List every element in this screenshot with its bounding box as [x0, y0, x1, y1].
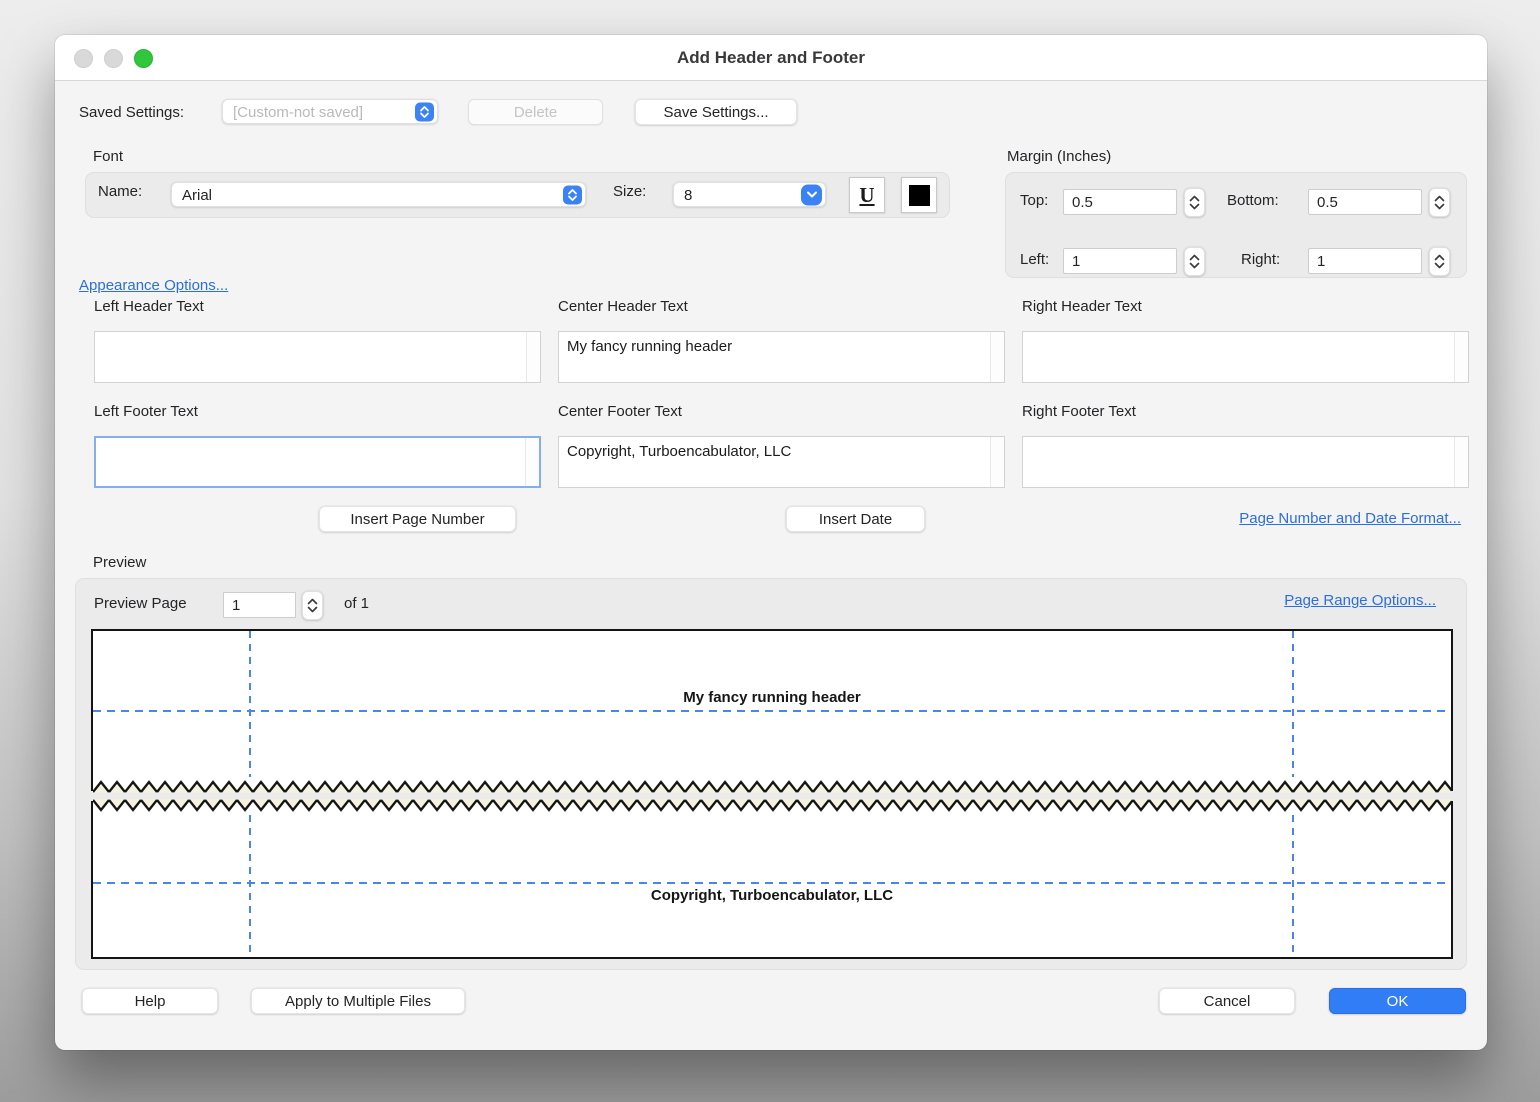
font-section-label: Font	[93, 148, 123, 165]
saved-settings-value: [Custom-not saved]	[233, 104, 363, 121]
font-size-combo[interactable]: 8	[673, 182, 826, 207]
underline-button[interactable]: U	[849, 177, 885, 213]
right-footer-label: Right Footer Text	[1022, 403, 1136, 420]
page-number-date-format-link[interactable]: Page Number and Date Format...	[1239, 510, 1461, 527]
left-header-textarea[interactable]	[94, 331, 541, 383]
margin-group: Top: Bottom: Left: Right:	[1005, 172, 1467, 278]
left-margin-guide	[249, 815, 251, 957]
margin-left-label: Left:	[1020, 251, 1049, 268]
center-footer-textarea[interactable]: Copyright, Turboencabulator, LLC	[558, 436, 1005, 488]
scrollbar-track[interactable]	[990, 332, 1004, 382]
scrollbar-track[interactable]	[1454, 437, 1468, 487]
font-name-value: Arial	[182, 187, 212, 204]
right-header-label: Right Header Text	[1022, 298, 1142, 315]
chevron-up-down-icon	[563, 185, 582, 204]
delete-button[interactable]: Delete	[468, 99, 603, 125]
margin-top-label: Top:	[1020, 192, 1048, 209]
color-swatch-icon	[909, 185, 930, 206]
cancel-button[interactable]: Cancel	[1159, 988, 1295, 1014]
titlebar: Add Header and Footer	[55, 35, 1487, 81]
font-size-value: 8	[684, 187, 692, 204]
scrollbar-track[interactable]	[526, 332, 540, 382]
preview-section-label: Preview	[93, 554, 146, 571]
margin-top-input[interactable]	[1063, 189, 1177, 215]
underline-icon: U	[859, 183, 874, 208]
add-header-footer-dialog: Add Header and Footer Saved Settings: [C…	[55, 35, 1487, 1050]
apply-to-multiple-files-button[interactable]: Apply to Multiple Files	[251, 988, 465, 1014]
torn-edge-top	[93, 799, 1451, 813]
center-header-label: Center Header Text	[558, 298, 688, 315]
right-footer-input[interactable]	[1023, 437, 1455, 487]
preview-page-bottom-fragment: Copyright, Turboencabulator, LLC	[91, 801, 1453, 959]
page-range-options-link[interactable]: Page Range Options...	[1284, 592, 1436, 609]
chevron-up-down-icon	[415, 102, 434, 121]
scrollbar-track[interactable]	[990, 437, 1004, 487]
save-settings-button[interactable]: Save Settings...	[635, 99, 797, 125]
preview-page-label: Preview Page	[94, 595, 187, 612]
left-footer-input[interactable]	[96, 438, 526, 486]
left-footer-textarea[interactable]	[94, 436, 541, 488]
preview-page-input[interactable]	[223, 592, 296, 618]
right-footer-textarea[interactable]	[1022, 436, 1469, 488]
preview-footer-text: Copyright, Turboencabulator, LLC	[93, 887, 1451, 904]
margin-right-stepper[interactable]	[1429, 247, 1450, 276]
margin-left-input[interactable]	[1063, 248, 1177, 274]
center-header-textarea[interactable]: My fancy running header	[558, 331, 1005, 383]
margin-bottom-label: Bottom:	[1227, 192, 1279, 209]
saved-settings-label: Saved Settings:	[79, 104, 184, 121]
left-footer-label: Left Footer Text	[94, 403, 198, 420]
preview-page-top-fragment: My fancy running header	[91, 629, 1453, 791]
right-header-textarea[interactable]	[1022, 331, 1469, 383]
help-button[interactable]: Help	[82, 988, 218, 1014]
preview-page-stepper[interactable]	[302, 591, 323, 620]
font-group: Name: Arial Size: 8 U	[85, 172, 950, 218]
ok-button[interactable]: OK	[1329, 988, 1466, 1014]
torn-edge-bottom	[93, 779, 1451, 793]
left-header-input[interactable]	[95, 332, 527, 382]
left-header-label: Left Header Text	[94, 298, 204, 315]
margin-top-stepper[interactable]	[1184, 188, 1205, 217]
margin-right-label: Right:	[1241, 251, 1280, 268]
chevron-down-icon	[801, 184, 822, 205]
preview-canvas: My fancy running header	[91, 629, 1453, 959]
footer-baseline-guide	[93, 882, 1451, 884]
insert-date-button[interactable]: Insert Date	[786, 506, 925, 532]
font-color-button[interactable]	[901, 177, 937, 213]
center-footer-label: Center Footer Text	[558, 403, 682, 420]
scrollbar-track[interactable]	[1454, 332, 1468, 382]
preview-header-text: My fancy running header	[93, 689, 1451, 706]
right-margin-guide	[1292, 815, 1294, 957]
font-name-dropdown[interactable]: Arial	[171, 182, 586, 207]
margin-right-input[interactable]	[1308, 248, 1422, 274]
appearance-options-link[interactable]: Appearance Options...	[79, 277, 228, 294]
header-baseline-guide	[93, 710, 1451, 712]
margin-bottom-stepper[interactable]	[1429, 188, 1450, 217]
margin-left-stepper[interactable]	[1184, 247, 1205, 276]
insert-page-number-button[interactable]: Insert Page Number	[319, 506, 516, 532]
saved-settings-dropdown[interactable]: [Custom-not saved]	[222, 99, 438, 124]
scrollbar-track[interactable]	[525, 438, 539, 486]
center-header-input[interactable]: My fancy running header	[559, 332, 991, 382]
font-name-label: Name:	[98, 183, 142, 200]
preview-group: Preview Page of 1 Page Range Options... …	[75, 578, 1467, 970]
font-size-label: Size:	[613, 183, 646, 200]
center-footer-input[interactable]: Copyright, Turboencabulator, LLC	[559, 437, 991, 487]
preview-page-of-label: of 1	[344, 595, 369, 612]
margin-section-label: Margin (Inches)	[1007, 148, 1111, 165]
window-title: Add Header and Footer	[55, 35, 1487, 80]
margin-bottom-input[interactable]	[1308, 189, 1422, 215]
right-header-input[interactable]	[1023, 332, 1455, 382]
